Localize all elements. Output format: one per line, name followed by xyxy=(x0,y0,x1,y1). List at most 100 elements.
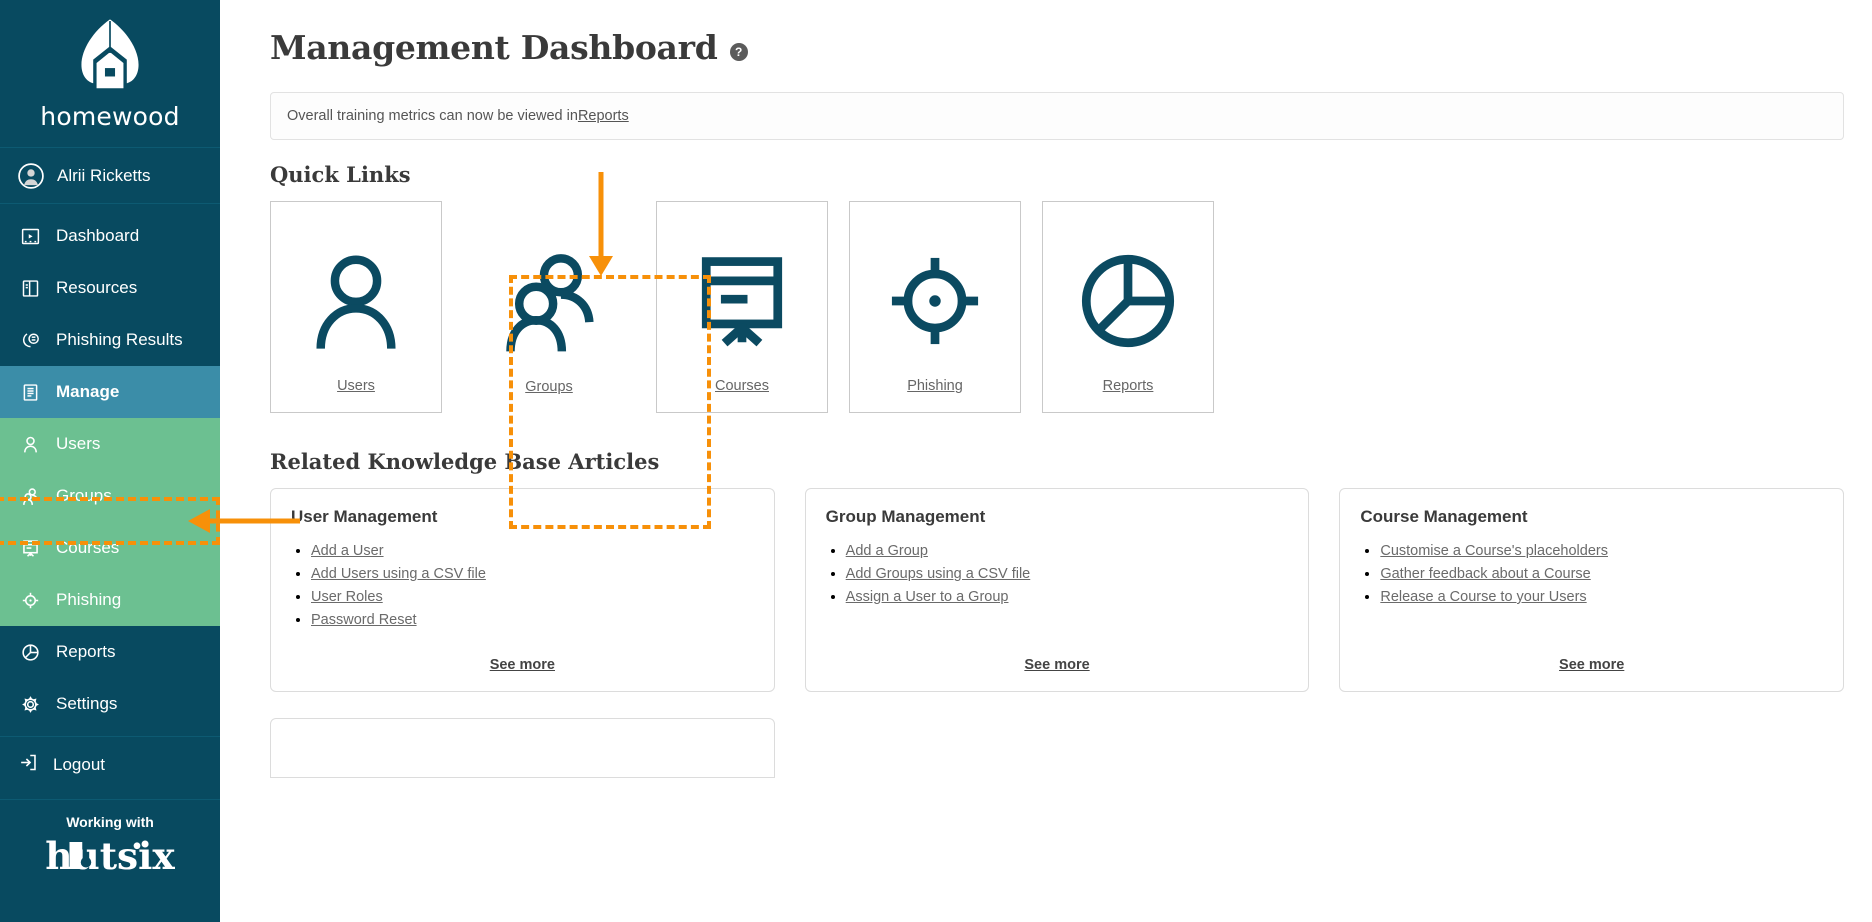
sidebar-item-phishing[interactable]: Phishing xyxy=(0,574,220,626)
list-item: Customise a Course's placeholders xyxy=(1380,542,1823,560)
sidebar-item-label: Phishing Results xyxy=(56,330,183,349)
list-item: Password Reset xyxy=(311,611,754,629)
working-with-label: Working with xyxy=(66,814,154,830)
see-more-link[interactable]: See more xyxy=(1360,657,1823,677)
crosshair-target-icon xyxy=(880,224,990,378)
knowledge-base-heading: Related Knowledge Base Articles xyxy=(270,449,660,474)
dashboard-screen-icon xyxy=(18,224,42,248)
brand-block: homewood xyxy=(0,0,220,148)
sidebar-nav: Dashboard Resources Phishing Results Man… xyxy=(0,204,220,878)
kb-link[interactable]: Add a Group xyxy=(846,543,928,559)
kb-link[interactable]: Add Groups using a CSV file xyxy=(846,566,1031,582)
sidebar-logout-label: Logout xyxy=(53,755,105,774)
settings-gear-icon xyxy=(18,692,42,716)
kb-card-title: Course Management xyxy=(1360,507,1528,526)
sidebar: homewood Alrii Ricketts Dashboard Resour… xyxy=(0,0,220,922)
single-person-icon xyxy=(301,224,411,378)
main-content: Management Dashboard ? Overall training … xyxy=(220,0,1872,922)
list-item: User Roles xyxy=(311,588,754,606)
kb-link[interactable]: User Roles xyxy=(311,589,383,605)
quick-links-row: Users Groups Courses Phishing Reports xyxy=(270,201,1844,413)
sidebar-item-groups[interactable]: Groups xyxy=(0,470,220,522)
kb-link[interactable]: Release a Course to your Users xyxy=(1380,589,1586,605)
kb-card-user-management: User Management Add a User Add Users usi… xyxy=(270,488,775,692)
kb-card-group-management: Group Management Add a Group Add Groups … xyxy=(804,488,1310,692)
courses-projector-icon xyxy=(18,536,42,560)
sidebar-item-phishing-results[interactable]: Phishing Results xyxy=(0,314,220,366)
quick-link-card-groups[interactable]: Groups xyxy=(463,201,635,413)
list-item: Gather feedback about a Course xyxy=(1380,565,1823,583)
projector-screen-icon xyxy=(687,224,797,378)
sidebar-item-reports[interactable]: Reports xyxy=(0,626,220,678)
kb-link[interactable]: Assign a User to a Group xyxy=(846,589,1009,605)
sidebar-item-settings[interactable]: Settings xyxy=(0,678,220,730)
kb-link[interactable]: Password Reset xyxy=(311,612,417,628)
quick-links-heading: Quick Links xyxy=(270,162,411,187)
kb-link[interactable]: Customise a Course's placeholders xyxy=(1380,543,1608,559)
kb-link[interactable]: Gather feedback about a Course xyxy=(1380,566,1590,582)
manage-list-icon xyxy=(18,380,42,404)
list-item: Assign a User to a Group xyxy=(846,588,1289,606)
kb-card-course-management: Course Management Customise a Course's p… xyxy=(1339,488,1845,692)
see-more-link[interactable]: See more xyxy=(291,657,754,677)
sidebar-item-users[interactable]: Users xyxy=(0,418,220,470)
reports-pie-icon xyxy=(18,640,42,664)
quick-link-label[interactable]: Users xyxy=(337,378,375,394)
homewood-leaf-house-logo-icon xyxy=(68,16,152,100)
kb-link-list: Customise a Course's placeholders Gather… xyxy=(1380,537,1823,611)
page-title-text: Management Dashboard xyxy=(270,28,718,67)
svg-text:hutsix: hutsix xyxy=(45,836,175,878)
quick-link-label[interactable]: Courses xyxy=(715,378,769,394)
sidebar-item-label: Manage xyxy=(56,382,120,401)
list-item: Release a Course to your Users xyxy=(1380,588,1823,606)
sidebar-item-label: Reports xyxy=(56,642,116,661)
kb-link[interactable]: Add Users using a CSV file xyxy=(311,566,486,582)
phishing-hook-icon xyxy=(18,328,42,352)
quick-link-label[interactable]: Groups xyxy=(525,379,573,395)
sidebar-user-name: Alrii Ricketts xyxy=(57,165,151,185)
list-item: Add Groups using a CSV file xyxy=(846,565,1289,583)
knowledge-base-row-partial xyxy=(270,718,1844,778)
sidebar-item-label: Dashboard xyxy=(56,226,140,245)
quick-link-label[interactable]: Reports xyxy=(1103,378,1154,394)
sidebar-item-label: Phishing xyxy=(56,590,122,609)
sidebar-user-profile[interactable]: Alrii Ricketts xyxy=(0,148,220,204)
quick-link-label[interactable]: Phishing xyxy=(907,378,963,394)
quick-link-card-reports[interactable]: Reports xyxy=(1042,201,1214,413)
sidebar-item-label: Resources xyxy=(56,278,138,297)
page-title: Management Dashboard ? xyxy=(270,28,1844,67)
sidebar-item-label: Courses xyxy=(56,538,120,557)
sidebar-item-dashboard[interactable]: Dashboard xyxy=(0,210,220,262)
knowledge-base-row: User Management Add a User Add Users usi… xyxy=(270,488,1845,692)
app-root: homewood Alrii Ricketts Dashboard Resour… xyxy=(0,0,1872,922)
help-question-icon[interactable]: ? xyxy=(729,42,748,61)
kb-link-list: Add a Group Add Groups using a CSV file … xyxy=(846,537,1289,611)
sidebar-footer: Working with hutsix xyxy=(0,799,220,878)
quick-link-card-phishing[interactable]: Phishing xyxy=(849,201,1021,413)
kb-link[interactable]: Add a User xyxy=(311,543,384,559)
kb-card-partial xyxy=(270,718,775,778)
list-item: Add a Group xyxy=(846,542,1289,560)
quick-link-card-courses[interactable]: Courses xyxy=(656,201,828,413)
notice-banner: Overall training metrics can now be view… xyxy=(270,92,1844,140)
sidebar-item-label: Groups xyxy=(56,486,112,505)
phishing-target-icon xyxy=(18,588,42,612)
sidebar-item-logout[interactable]: Logout xyxy=(0,737,220,793)
book-resources-icon xyxy=(18,276,42,300)
sidebar-item-courses[interactable]: Courses xyxy=(0,522,220,574)
notice-reports-link[interactable]: Reports xyxy=(578,108,629,124)
kb-card-title: Group Management xyxy=(825,507,986,526)
sidebar-item-resources[interactable]: Resources xyxy=(0,262,220,314)
pie-chart-icon xyxy=(1073,224,1183,378)
groups-icon xyxy=(18,484,42,508)
user-icon xyxy=(18,432,42,456)
brand-wordmark: homewood xyxy=(40,102,180,131)
list-item: Add Users using a CSV file xyxy=(311,565,754,583)
hutsix-partner-logo: hutsix xyxy=(0,836,220,878)
two-people-group-icon xyxy=(494,223,604,379)
quick-link-card-users[interactable]: Users xyxy=(270,201,442,413)
list-item: Add a User xyxy=(311,542,754,560)
see-more-link[interactable]: See more xyxy=(826,657,1289,677)
logout-arrow-icon xyxy=(18,752,39,778)
sidebar-item-manage[interactable]: Manage xyxy=(0,366,220,418)
